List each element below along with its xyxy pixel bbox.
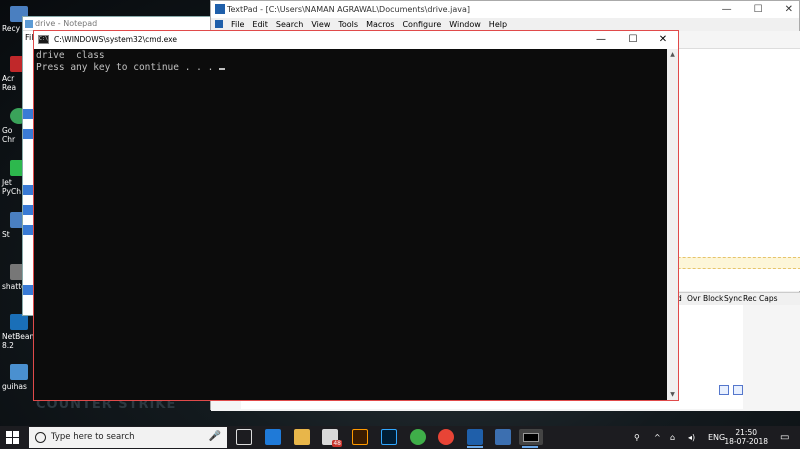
cmd-scrollbar[interactable]: ▲ ▼ bbox=[667, 49, 678, 400]
file-explorer-icon[interactable] bbox=[294, 429, 310, 445]
console-line: drive class bbox=[36, 50, 105, 61]
notification-icon[interactable]: ▭ bbox=[780, 426, 789, 449]
status-rec: Rec bbox=[743, 294, 757, 303]
cmd-console[interactable]: drive class Press any key to continue . … bbox=[34, 49, 668, 400]
textpad-panel-button[interactable] bbox=[733, 385, 743, 395]
start-button[interactable] bbox=[6, 431, 19, 444]
mail-icon[interactable]: 48 bbox=[322, 429, 342, 447]
cmd-window[interactable]: C:\ C:\WINDOWS\system32\cmd.exe — ☐ ✕ dr… bbox=[33, 30, 679, 401]
console-line: Press any key to continue . . . bbox=[36, 62, 220, 73]
volume-icon[interactable]: ◂) bbox=[688, 426, 695, 449]
cortana-icon bbox=[35, 432, 46, 443]
clock-date: 18-07-2018 bbox=[724, 437, 768, 446]
textpad-title: TextPad - [C:\Users\NAMAN AGRAWAL\Docume… bbox=[227, 5, 471, 14]
microphone-icon[interactable]: 🎤 bbox=[209, 431, 221, 442]
textpad-titlebar[interactable]: TextPad - [C:\Users\NAMAN AGRAWAL\Docume… bbox=[211, 1, 799, 18]
whatsapp-icon[interactable] bbox=[410, 429, 426, 445]
people-icon[interactable]: ⚲ bbox=[634, 426, 640, 449]
cmd-title: C:\WINDOWS\system32\cmd.exe bbox=[54, 35, 177, 44]
taskbar-search[interactable]: Type here to search 🎤 bbox=[29, 427, 227, 448]
textpad-close-button[interactable]: ✕ bbox=[785, 1, 793, 18]
active-indicator bbox=[467, 446, 483, 448]
cmd-maximize-button[interactable]: ☐ bbox=[618, 31, 648, 49]
tray-overflow-icon[interactable]: ^ bbox=[654, 426, 661, 449]
notepad-titlebar[interactable]: drive - Notepad bbox=[23, 17, 221, 31]
status-caps: Caps bbox=[759, 294, 778, 303]
textpad-icon bbox=[215, 4, 225, 14]
desktop-icon-guihas[interactable]: guihas bbox=[0, 364, 34, 391]
textpad-minimize-button[interactable]: — bbox=[722, 1, 732, 18]
app-taskbar-icon[interactable] bbox=[495, 429, 511, 445]
search-placeholder: Type here to search bbox=[51, 432, 135, 442]
status-ovr: Ovr bbox=[687, 294, 701, 303]
edge-icon[interactable] bbox=[265, 429, 281, 445]
cmd-icon: C:\ bbox=[38, 35, 49, 44]
textpad-doc-icon bbox=[215, 20, 223, 28]
mail-badge: 48 bbox=[332, 440, 342, 447]
photoshop-icon[interactable] bbox=[381, 429, 397, 445]
netbeans-icon bbox=[10, 314, 28, 330]
textpad-maximize-button[interactable]: ☐ bbox=[754, 1, 763, 18]
network-icon[interactable]: ⌂ bbox=[670, 426, 675, 449]
console-icon bbox=[523, 433, 539, 442]
active-indicator bbox=[522, 446, 538, 448]
chrome-icon[interactable] bbox=[438, 429, 454, 445]
notepad-icon bbox=[25, 20, 33, 28]
notepad-title: drive - Notepad bbox=[35, 19, 98, 28]
clock[interactable]: 21:50 18-07-2018 bbox=[724, 428, 768, 446]
console-cursor bbox=[219, 68, 226, 70]
language-indicator[interactable]: ENG bbox=[708, 426, 725, 449]
taskbar: Type here to search 🎤 48 ⚲ ^ ⌂ ◂) ENG 21… bbox=[0, 426, 800, 449]
task-view-icon[interactable] bbox=[236, 429, 252, 445]
textpad-taskbar-icon[interactable] bbox=[467, 429, 483, 445]
scroll-up-icon[interactable]: ▲ bbox=[667, 49, 678, 60]
cmd-taskbar-icon[interactable] bbox=[519, 429, 543, 445]
cmd-close-button[interactable]: ✕ bbox=[648, 31, 678, 49]
scroll-down-icon[interactable]: ▼ bbox=[667, 389, 678, 400]
windows-logo-icon bbox=[6, 431, 12, 437]
cmd-titlebar[interactable]: C:\ C:\WINDOWS\system32\cmd.exe — ☐ ✕ bbox=[34, 31, 678, 49]
status-sync: Sync bbox=[724, 294, 743, 303]
desktop-icon-netbeans[interactable]: NetBean 8.2 bbox=[0, 314, 34, 350]
status-block: Block bbox=[703, 294, 724, 303]
cmd-minimize-button[interactable]: — bbox=[586, 31, 616, 49]
textpad-panel-button[interactable] bbox=[719, 385, 729, 395]
clock-time: 21:50 bbox=[735, 428, 758, 437]
illustrator-icon[interactable] bbox=[352, 429, 368, 445]
folder-icon bbox=[10, 364, 28, 380]
